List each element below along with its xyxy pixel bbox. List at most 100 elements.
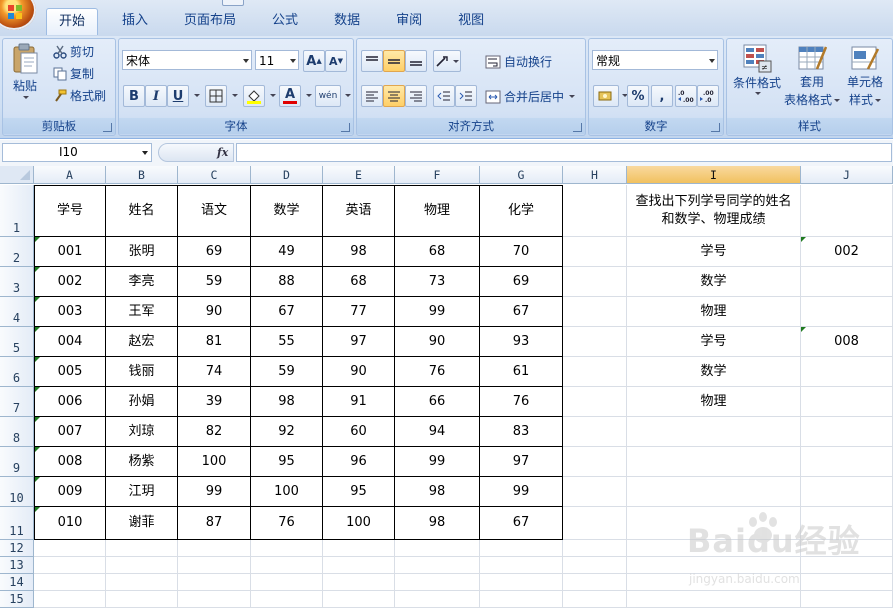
- table-cell[interactable]: 刘琼: [106, 417, 178, 447]
- tab-data[interactable]: 数据: [322, 8, 372, 34]
- table-cell[interactable]: 谢菲: [106, 507, 178, 540]
- font-name-combo[interactable]: 宋体: [122, 50, 252, 70]
- table-cell[interactable]: 76: [395, 357, 480, 387]
- table-cell[interactable]: 95: [323, 477, 395, 507]
- empty-cell[interactable]: [563, 267, 627, 297]
- conditional-formatting-button[interactable]: ≠ 条件格式: [731, 43, 783, 95]
- font-size-combo[interactable]: 11: [255, 50, 299, 70]
- table-cell[interactable]: 70: [480, 237, 563, 267]
- merge-center-button[interactable]: 合并后居中: [485, 88, 576, 105]
- row-header-6[interactable]: 6: [0, 357, 34, 387]
- empty-cell[interactable]: [801, 557, 893, 574]
- student-id-cell[interactable]: 002: [34, 267, 106, 297]
- table-cell[interactable]: 67: [480, 297, 563, 327]
- tab-insert[interactable]: 插入: [110, 8, 160, 34]
- table-cell[interactable]: 67: [251, 297, 323, 327]
- empty-cell[interactable]: [563, 417, 627, 447]
- table-cell[interactable]: 66: [395, 387, 480, 417]
- align-right-button[interactable]: [405, 85, 427, 107]
- row-header-7[interactable]: 7: [0, 387, 34, 417]
- empty-cell[interactable]: [251, 591, 323, 608]
- number-format-combo[interactable]: 常规: [592, 50, 718, 70]
- row-header-14[interactable]: 14: [0, 574, 34, 591]
- empty-cell[interactable]: [34, 591, 106, 608]
- empty-cell[interactable]: [563, 557, 627, 574]
- align-top-button[interactable]: [361, 50, 383, 72]
- fill-color-dropdown-icon[interactable]: [270, 94, 276, 97]
- bold-button[interactable]: B: [123, 85, 145, 107]
- table-cell[interactable]: 江玥: [106, 477, 178, 507]
- empty-cell[interactable]: [801, 185, 893, 237]
- wrap-text-button[interactable]: 自动换行: [485, 53, 552, 70]
- empty-cell[interactable]: [627, 447, 801, 477]
- percent-style-button[interactable]: %: [627, 85, 649, 107]
- office-button[interactable]: [0, 0, 36, 30]
- insert-function-icon[interactable]: fx: [217, 146, 228, 159]
- table-cell[interactable]: 55: [251, 327, 323, 357]
- borders-dropdown-icon[interactable]: [232, 94, 238, 97]
- student-id-cell[interactable]: 001: [34, 237, 106, 267]
- clipboard-dialog-launcher-icon[interactable]: [103, 123, 112, 132]
- table-cell[interactable]: 76: [251, 507, 323, 540]
- phonetic-button[interactable]: wén: [315, 85, 341, 107]
- empty-cell[interactable]: [563, 574, 627, 591]
- empty-cell[interactable]: [627, 540, 801, 557]
- empty-cell[interactable]: [563, 387, 627, 417]
- table-cell[interactable]: 92: [251, 417, 323, 447]
- student-id-cell[interactable]: 007: [34, 417, 106, 447]
- row-header-1[interactable]: 1: [0, 185, 34, 237]
- italic-button[interactable]: I: [145, 85, 167, 107]
- tab-home[interactable]: 开始: [46, 8, 99, 35]
- empty-cell[interactable]: [563, 297, 627, 327]
- table-cell[interactable]: 100: [251, 477, 323, 507]
- table-cell[interactable]: 61: [480, 357, 563, 387]
- table-cell[interactable]: 钱丽: [106, 357, 178, 387]
- empty-cell[interactable]: [323, 574, 395, 591]
- table-cell[interactable]: 82: [178, 417, 251, 447]
- empty-cell[interactable]: [178, 591, 251, 608]
- table-header-cell[interactable]: 语文: [178, 185, 251, 237]
- student-id-cell[interactable]: 006: [34, 387, 106, 417]
- align-bottom-button[interactable]: [405, 50, 427, 72]
- empty-cell[interactable]: [563, 507, 627, 540]
- table-cell[interactable]: 74: [178, 357, 251, 387]
- formula-input[interactable]: [236, 143, 892, 162]
- empty-cell[interactable]: [395, 591, 480, 608]
- increase-decimal-button[interactable]: .0.00: [675, 85, 697, 107]
- empty-cell[interactable]: [480, 540, 563, 557]
- number-dialog-launcher-icon[interactable]: [711, 123, 720, 132]
- tab-review[interactable]: 审阅: [384, 8, 434, 34]
- empty-cell[interactable]: [395, 574, 480, 591]
- align-middle-button[interactable]: [383, 50, 405, 72]
- table-header-cell[interactable]: 化学: [480, 185, 563, 237]
- copy-button[interactable]: 复制: [53, 65, 94, 82]
- row-header-10[interactable]: 10: [0, 477, 34, 507]
- column-header-j[interactable]: J: [801, 166, 893, 184]
- empty-cell[interactable]: [563, 185, 627, 237]
- empty-cell[interactable]: [801, 297, 893, 327]
- empty-cell[interactable]: [178, 557, 251, 574]
- empty-cell[interactable]: [323, 540, 395, 557]
- column-header-e[interactable]: E: [323, 166, 395, 184]
- font-color-button[interactable]: A: [279, 85, 301, 107]
- align-left-button[interactable]: [361, 85, 383, 107]
- row-header-12[interactable]: 12: [0, 540, 34, 557]
- table-cell[interactable]: 98: [251, 387, 323, 417]
- table-cell[interactable]: 95: [251, 447, 323, 477]
- empty-cell[interactable]: [395, 557, 480, 574]
- align-center-button[interactable]: [383, 85, 405, 107]
- table-cell[interactable]: 96: [323, 447, 395, 477]
- student-id-cell[interactable]: 003: [34, 297, 106, 327]
- empty-cell[interactable]: [323, 591, 395, 608]
- row-header-8[interactable]: 8: [0, 417, 34, 447]
- empty-cell[interactable]: [563, 447, 627, 477]
- font-dialog-launcher-icon[interactable]: [341, 123, 350, 132]
- empty-cell[interactable]: [251, 574, 323, 591]
- table-cell[interactable]: 73: [395, 267, 480, 297]
- empty-cell[interactable]: [563, 591, 627, 608]
- underline-dropdown-icon[interactable]: [194, 94, 200, 97]
- table-cell[interactable]: 孙娟: [106, 387, 178, 417]
- lookup-label-cell[interactable]: 学号: [627, 237, 801, 267]
- empty-cell[interactable]: [801, 574, 893, 591]
- table-cell[interactable]: 87: [178, 507, 251, 540]
